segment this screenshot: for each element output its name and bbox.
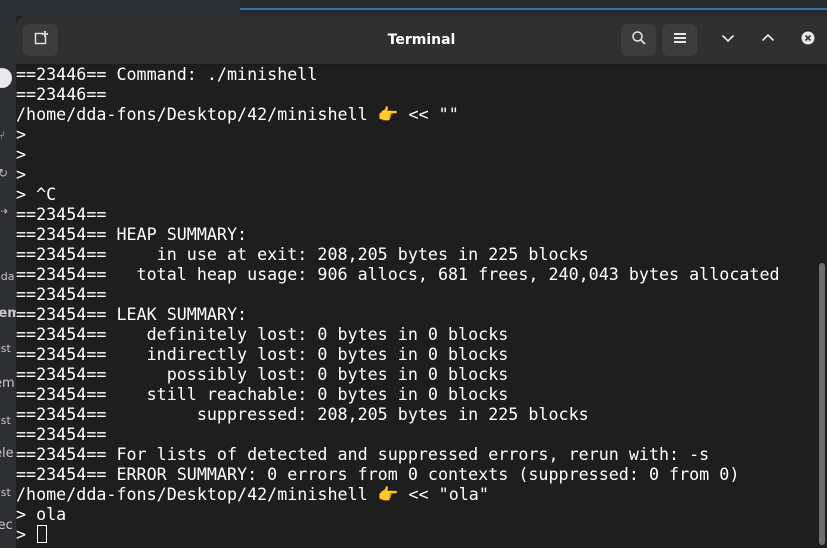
background-text: est [0, 342, 11, 355]
maximize-button[interactable] [752, 24, 784, 56]
terminal-line: ==23454== possibly lost: 0 bytes in 0 bl… [16, 364, 509, 384]
terminal-line: ==23454== in use at exit: 208,205 bytes … [16, 244, 589, 264]
terminal-line: > [16, 164, 27, 184]
search-button[interactable] [621, 24, 656, 56]
terminal-line: > ola [16, 504, 67, 524]
terminal-line: ==23454== suppressed: 208,205 bytes in 2… [16, 404, 589, 424]
terminal-line: ==23446== [16, 84, 107, 104]
close-button[interactable] [792, 24, 824, 56]
terminal-line: > ^C [16, 184, 57, 204]
new-tab-icon [33, 30, 49, 50]
terminal-output[interactable]: ==23446== Command: ./minishell ==23446==… [16, 65, 827, 548]
terminal-line: ==23454== For lists of detected and supp… [16, 444, 710, 464]
terminal-line: ==23454== indirectly lost: 0 bytes in 0 … [16, 344, 509, 364]
github-icon [0, 68, 12, 88]
close-icon [800, 30, 816, 50]
terminal-line: ==23454== ERROR SUMMARY: 0 errors from 0… [16, 464, 740, 484]
branch-icon: ⑂ [0, 128, 6, 142]
link-icon: ⇢ [0, 204, 9, 218]
hamburger-menu-icon [672, 30, 688, 50]
terminal-line: ==23454== still reachable: 0 bytes in 0 … [16, 384, 509, 404]
terminal-line: ==23446== Command: ./minishell [16, 65, 318, 84]
terminal-line: ==23454== [16, 284, 107, 304]
terminal-line: > [16, 124, 27, 144]
terminal-line: ==23454== HEAP SUMMARY: [16, 224, 248, 244]
terminal-line: ==23454== total heap usage: 906 allocs, … [16, 264, 780, 284]
prompt: > [16, 524, 37, 544]
terminal-line: /home/dda-fons/Desktop/42/minishell 👉 <<… [16, 484, 489, 504]
desktop-top-bar [0, 0, 827, 16]
background-window-edge [0, 0, 240, 16]
prompt-line[interactable]: > [16, 524, 780, 544]
background-text: ast [0, 486, 11, 499]
title-bar[interactable]: Terminal [16, 16, 827, 65]
terminal-line: > [16, 144, 27, 164]
background-window-accent [240, 8, 827, 10]
background-text: oda [0, 270, 15, 283]
minimize-button[interactable] [712, 24, 744, 56]
terminal-line: ==23454== [16, 204, 107, 224]
background-window[interactable]: ⑂ ↻ ⇢ oda lem est em ast ele ast iec [0, 16, 16, 548]
sync-icon: ↻ [0, 166, 9, 180]
background-text: lem [0, 306, 16, 321]
background-text: ast [0, 414, 11, 427]
chevron-up-icon [760, 30, 776, 50]
background-text: em [0, 376, 15, 391]
scrollbar[interactable] [819, 263, 825, 545]
menu-button[interactable] [662, 24, 697, 56]
terminal-line: ==23454== [16, 424, 107, 444]
terminal-line: /home/dda-fons/Desktop/42/minishell 👉 <<… [16, 104, 459, 124]
terminal-window: Terminal ==23446== Command: ./minishell … [16, 16, 827, 548]
chevron-down-icon [720, 30, 736, 50]
new-tab-button[interactable] [23, 24, 58, 56]
window-title: Terminal [387, 32, 456, 48]
search-icon [631, 30, 647, 50]
background-text: ele [0, 446, 14, 461]
terminal-line: ==23454== definitely lost: 0 bytes in 0 … [16, 324, 509, 344]
terminal-lines: ==23446== Command: ./minishell ==23446==… [16, 65, 780, 544]
terminal-line: ==23454== LEAK SUMMARY: [16, 304, 248, 324]
text-cursor [37, 525, 48, 543]
background-text: iec [0, 518, 13, 533]
